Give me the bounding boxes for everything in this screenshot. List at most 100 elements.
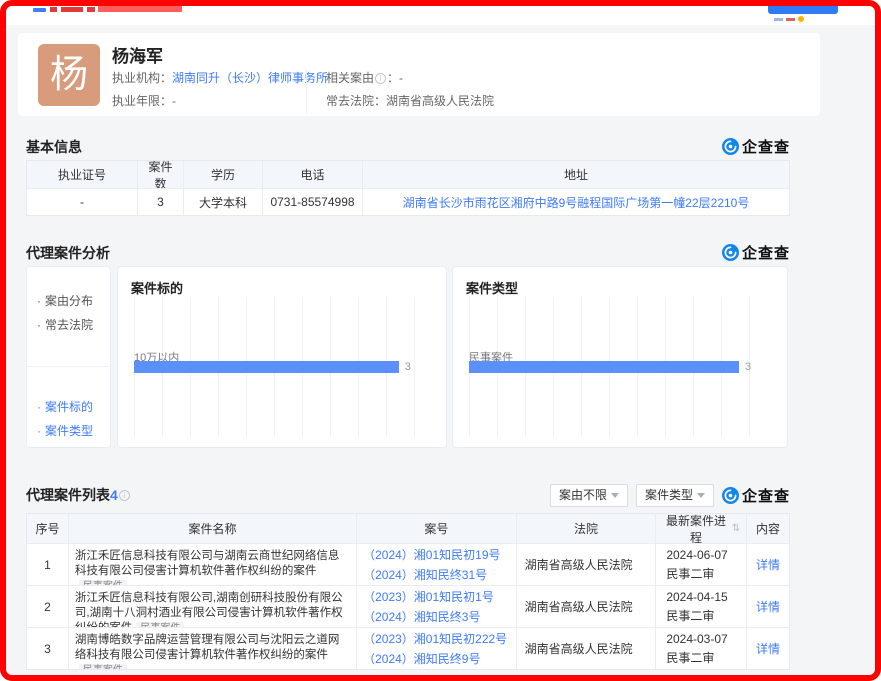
case-type-tag: 民事案件 xyxy=(79,664,127,669)
table-row: 3 湖南博皓数字品牌运营管理有限公司与沈阳云之道网络科技有限公司侵害计算机软件著… xyxy=(27,627,789,669)
qcc-logo-text: 企查查 xyxy=(742,136,790,157)
case-list-table-body: 1 浙江禾匠信息科技有限公司与湖南云商世纪网络信息科技有限公司侵害计算机软件著作… xyxy=(27,543,789,669)
col-header-phone: 电话 xyxy=(263,161,363,188)
bar-value-label: 3 xyxy=(405,361,411,373)
progress-cell: 2024-06-07 民事二审 xyxy=(656,544,747,585)
related-cause-value: - xyxy=(399,71,403,85)
chart-title: 案件标的 xyxy=(131,278,183,297)
bar-case-amount[interactable] xyxy=(134,361,399,373)
sort-icon[interactable]: ⇅ xyxy=(732,523,740,534)
sidebar-item-cause-distribution[interactable]: 案由分布 xyxy=(27,289,110,313)
case-name: 浙江禾匠信息科技有限公司与湖南云商世纪网络信息科技有限公司侵害计算机软件著作权纠… xyxy=(75,550,340,577)
sidebar-item-case-amount[interactable]: 案件标的 xyxy=(27,395,110,419)
case-list-table-head: 序号 案件名称 案号 法院 最新案件进程⇅ 内容 xyxy=(27,514,789,543)
filter-case-type-dropdown[interactable]: 案件类型 xyxy=(636,484,714,507)
case-number-link[interactable]: （2024）湘知民终9号 xyxy=(363,650,480,667)
case-name-cell: 浙江禾匠信息科技有限公司与湖南云商世纪网络信息科技有限公司侵害计算机软件著作权纠… xyxy=(69,544,357,585)
case-list-count: 4 xyxy=(110,487,118,503)
case-number-link[interactable]: （2023）湘01知民初222号 xyxy=(363,630,507,647)
case-count-value: 3 xyxy=(138,189,184,215)
col-header-content: 内容 xyxy=(747,514,789,543)
case-number-cell: （2024）湘01知民初19号 （2024）湘知民终31号 xyxy=(357,544,517,585)
nav-text-fragment xyxy=(61,7,83,12)
sidebar-item-frequent-court[interactable]: 常去法院 xyxy=(27,313,110,337)
row-number: 1 xyxy=(27,544,69,585)
license-value: - xyxy=(27,189,138,215)
frequent-court-value: 湖南省高级人民法院 xyxy=(386,94,494,108)
case-name: 浙江禾匠信息科技有限公司,湖南创研科技股份有限公司,湖南十八洞村酒业有限公司侵害… xyxy=(75,592,343,627)
frequent-court-label: 常去法院： xyxy=(326,94,386,108)
detail-link[interactable]: 详情 xyxy=(756,556,780,573)
col-header-address: 地址 xyxy=(363,161,789,188)
case-type-tag: 民事案件 xyxy=(79,580,127,585)
qcc-logo: 企查查 xyxy=(722,242,790,263)
progress-cell: 2024-04-15 民事二审 xyxy=(656,586,747,627)
basic-info-table-head: 执业证号 案件数 学历 电话 地址 xyxy=(27,161,789,188)
analysis-header: 代理案件分析 企查查 xyxy=(26,242,790,263)
vip-badge-icon xyxy=(798,16,804,22)
top-nav-bar xyxy=(6,6,875,25)
basic-info-header: 基本信息 企查查 xyxy=(26,136,790,157)
table-row: 2 浙江禾匠信息科技有限公司,湖南创研科技股份有限公司,湖南十八洞村酒业有限公司… xyxy=(27,585,789,627)
info-icon[interactable] xyxy=(119,490,130,501)
case-list-table: 序号 案件名称 案号 法院 最新案件进程⇅ 内容 1 浙江禾匠信息科技有限公司与… xyxy=(26,513,790,670)
bar-value-label: 3 xyxy=(745,361,751,373)
col-header-progress[interactable]: 最新案件进程⇅ xyxy=(656,514,747,543)
avatar: 杨 xyxy=(38,44,100,106)
vertical-divider xyxy=(306,69,307,113)
table-row: - 3 大学本科 0731-85574998 湖南省长沙市雨花区湘府中路9号融程… xyxy=(27,188,789,215)
case-number-link[interactable]: （2024）湘知民终31号 xyxy=(363,566,487,583)
related-cause-row: 相关案由：- xyxy=(326,70,403,86)
filter-cause-label: 案由不限 xyxy=(559,488,607,502)
nav-text-fragment xyxy=(87,7,95,12)
case-number-cell: （2023）湘01知民初1号 （2024）湘知民终3号 xyxy=(357,586,517,627)
phone-value: 0731-85574998 xyxy=(263,189,363,215)
chart-case-amount: 案件标的 10万以内 3 xyxy=(117,266,447,448)
case-name-cell: 湖南博皓数字品牌运营管理有限公司与沈阳云之道网络科技有限公司侵害计算机软件著作权… xyxy=(69,628,357,669)
case-type-tag: 民事案件 xyxy=(136,622,184,627)
qcc-logo-icon xyxy=(722,138,739,155)
frequent-court-row: 常去法院：湖南省高级人民法院 xyxy=(326,93,494,109)
section-title-case-list: 代理案件列表 xyxy=(26,485,110,505)
progress-stage: 民事二审 xyxy=(666,565,714,582)
chevron-down-icon xyxy=(697,493,705,498)
org-link[interactable]: 湖南同升（长沙）律师事务所 xyxy=(172,71,328,85)
lawyer-profile-card: 杨 杨海军 执业机构：湖南同升（长沙）律师事务所 执业年限：- 相关案由：- 常… xyxy=(18,33,820,116)
qcc-logo-text: 企查查 xyxy=(742,242,790,263)
col-header-case-count: 案件数 xyxy=(138,161,184,188)
search-button-fragment[interactable] xyxy=(768,6,838,14)
practice-years-value: - xyxy=(172,94,176,108)
site-logo-fragment[interactable] xyxy=(33,8,46,12)
progress-header-label: 最新案件进程 xyxy=(662,514,729,543)
bar-case-type[interactable] xyxy=(469,361,739,373)
table-row: 1 浙江禾匠信息科技有限公司与湖南云商世纪网络信息科技有限公司侵害计算机软件著作… xyxy=(27,543,789,585)
detail-link[interactable]: 详情 xyxy=(756,598,780,615)
progress-date: 2024-06-07 xyxy=(666,548,727,562)
basic-info-table-body: - 3 大学本科 0731-85574998 湖南省长沙市雨花区湘府中路9号融程… xyxy=(27,188,789,215)
case-number-link[interactable]: （2023）湘01知民初1号 xyxy=(363,588,494,605)
case-number-link[interactable]: （2024）湘01知民初19号 xyxy=(363,546,500,563)
nav-text-fragment xyxy=(50,7,57,12)
practice-years-label: 执业年限： xyxy=(112,94,172,108)
related-cause-colon: ： xyxy=(387,71,399,85)
chart-plot-area: 民事案件 3 xyxy=(469,297,775,437)
chevron-down-icon xyxy=(611,493,619,498)
chart-plot-area: 10万以内 3 xyxy=(134,297,434,437)
sidebar-item-case-type[interactable]: 案件类型 xyxy=(27,419,110,443)
detail-link[interactable]: 详情 xyxy=(756,640,780,657)
filter-case-type-label: 案件类型 xyxy=(645,488,693,502)
case-number-link[interactable]: （2024）湘知民终3号 xyxy=(363,608,480,625)
basic-info-table: 执业证号 案件数 学历 电话 地址 - 3 大学本科 0731-85574998… xyxy=(26,160,790,216)
info-icon[interactable] xyxy=(375,73,386,84)
col-header-education: 学历 xyxy=(184,161,263,188)
account-link-fragment[interactable] xyxy=(774,18,783,21)
filter-cause-dropdown[interactable]: 案由不限 xyxy=(550,484,628,507)
address-link[interactable]: 湖南省长沙市雨花区湘府中路9号融程国际广场第一幢22层2210号 xyxy=(403,194,750,211)
row-number: 3 xyxy=(27,628,69,669)
account-link-fragment[interactable] xyxy=(786,18,795,21)
section-title-analysis: 代理案件分析 xyxy=(26,243,110,263)
qcc-logo-text: 企查查 xyxy=(742,485,790,506)
chart-title: 案件类型 xyxy=(466,278,518,297)
case-number-cell: （2023）湘01知民初222号 （2024）湘知民终9号 xyxy=(357,628,517,669)
row-number: 2 xyxy=(27,586,69,627)
